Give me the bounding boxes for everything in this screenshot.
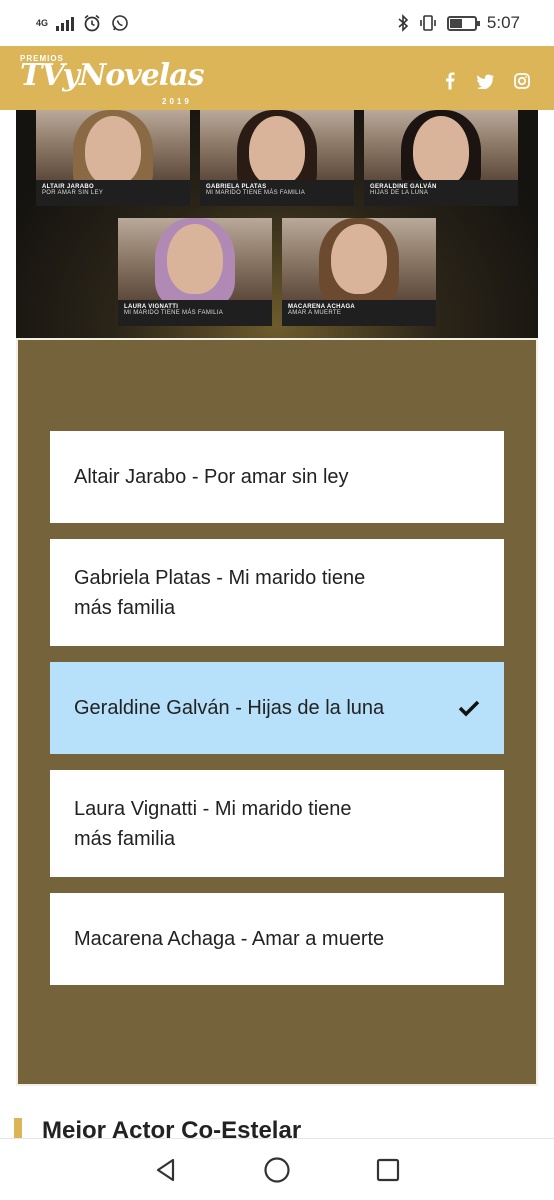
logo-main: TVyNovelas [20, 58, 204, 93]
nominee-photo-show: POR AMAR SIN LEY [42, 190, 104, 196]
next-section-heading: Mejor Actor Co-Estelar [14, 1118, 301, 1138]
vote-option-label: Altair Jarabo - Por amar sin ley [74, 466, 349, 488]
site-logo[interactable]: PREMIOS TVyNovelas 2019 [20, 54, 204, 106]
network-type: 4G [36, 17, 49, 28]
nominee-photo-card: ALTAIR JARABO POR AMAR SIN LEY [36, 110, 190, 206]
whatsapp-icon [112, 15, 128, 31]
nominee-photo-card: LAURA VIGNATTI MI MARIDO TIENE MÁS FAMIL… [118, 218, 272, 326]
nominee-photo-card: MACARENA ACHAGA AMAR A MUERTE [282, 218, 436, 326]
main-content: ALTAIR JARABO POR AMAR SIN LEY GABRIELA … [0, 110, 554, 1200]
nominees-photo: ALTAIR JARABO POR AMAR SIN LEY GABRIELA … [16, 110, 538, 338]
nominee-photo-card: GABRIELA PLATAS MI MARIDO TIENE MÁS FAMI… [200, 110, 354, 206]
vote-option[interactable]: Altair Jarabo - Por amar sin ley [50, 431, 504, 523]
nominee-portrait [118, 218, 272, 308]
nominee-photo-show: HIJAS DE LA LUNA [370, 190, 429, 196]
facebook-icon[interactable] [444, 72, 456, 90]
twitter-icon[interactable] [476, 74, 494, 89]
vote-option-label: Geraldine Galván - Hijas de la luna [74, 697, 385, 719]
recents-icon[interactable] [375, 1157, 401, 1183]
bluetooth-icon [398, 14, 409, 32]
check-icon [458, 700, 480, 717]
vibrate-icon [420, 15, 436, 31]
section-title: Mejor Actor Co-Estelar [42, 1118, 302, 1138]
vote-option[interactable]: Geraldine Galván - Hijas de la luna [50, 662, 504, 754]
back-icon[interactable] [153, 1157, 179, 1183]
site-header: PREMIOS TVyNovelas 2019 [0, 46, 554, 110]
status-time: 5:07 [486, 13, 520, 32]
nominee-portrait [282, 218, 436, 308]
status-bar: 4G 5:07 [0, 0, 554, 46]
voting-panel: Altair Jarabo - Por amar sin ley Gabriel… [16, 338, 538, 1086]
vote-option[interactable]: Gabriela Platas - Mi marido tiene más fa… [50, 539, 504, 646]
instagram-icon[interactable] [514, 73, 530, 89]
nominee-photo-card: GERALDINE GALVÁN HIJAS DE LA LUNA [364, 110, 518, 206]
vote-option-label: Macarena Achaga - Amar a muerte [74, 928, 385, 950]
nominee-photo-show: MI MARIDO TIENE MÁS FAMILIA [206, 190, 306, 196]
nominee-portrait [200, 110, 354, 200]
nominee-photo-show: MI MARIDO TIENE MÁS FAMILIA [124, 310, 224, 316]
vote-option-label: Gabriela Platas - Mi marido tiene más fa… [74, 566, 366, 619]
nominee-portrait [364, 110, 518, 200]
home-icon[interactable] [263, 1156, 291, 1184]
logo-year: 2019 [162, 97, 192, 106]
vote-option[interactable]: Macarena Achaga - Amar a muerte [50, 893, 504, 985]
social-links [444, 72, 530, 90]
nominee-portrait [36, 110, 190, 200]
system-nav-bar [0, 1138, 554, 1200]
vote-option[interactable]: Laura Vignatti - Mi marido tiene más fam… [50, 770, 504, 877]
nominee-photo-show: AMAR A MUERTE [288, 310, 342, 316]
battery-icon [446, 15, 480, 31]
vote-option-label: Laura Vignatti - Mi marido tiene más fam… [74, 797, 352, 850]
alarm-icon [84, 14, 100, 32]
section-accent-bar [14, 1118, 22, 1138]
signal-icon [56, 15, 75, 31]
